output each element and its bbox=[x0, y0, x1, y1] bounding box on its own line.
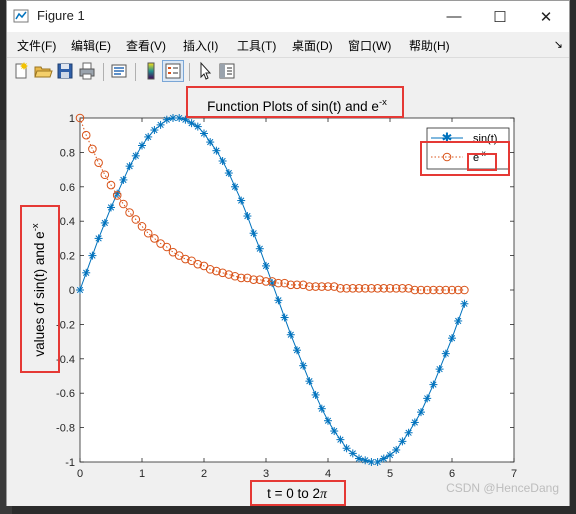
minimize-icon: — bbox=[446, 8, 462, 25]
data-point-sin bbox=[398, 437, 407, 446]
menu-help[interactable]: 帮助(H) bbox=[409, 37, 450, 54]
data-point-sin bbox=[441, 349, 450, 358]
menu-file[interactable]: 文件(F) bbox=[17, 37, 56, 54]
menu-insert[interactable]: 插入(I) bbox=[183, 37, 218, 54]
data-point-sin bbox=[280, 313, 289, 322]
figure-canvas: 0 1 2 3 4 5 6 7 -1 -0.8 -0.6 -0.4 -0.2 0 0.2 0.4 0.6 0.8 1… bbox=[7, 86, 569, 506]
data-point-sin bbox=[386, 451, 394, 460]
data-point-sin bbox=[429, 380, 438, 389]
data-point-sin bbox=[448, 334, 456, 343]
title-bar[interactable]: Figure 1 — ☐ ✕ bbox=[7, 1, 569, 32]
y-tick-label: -0.8 bbox=[56, 423, 75, 435]
toolbar-separator bbox=[135, 63, 136, 81]
property-editor-icon[interactable] bbox=[217, 61, 237, 81]
data-point-sin bbox=[423, 394, 432, 403]
pointer-icon[interactable] bbox=[195, 61, 215, 81]
toolbar-separator bbox=[103, 63, 104, 81]
data-point-sin bbox=[417, 408, 425, 417]
x-tick-label: 2 bbox=[201, 468, 207, 480]
data-point-sin bbox=[274, 296, 283, 305]
y-tick-label: 0.2 bbox=[60, 251, 75, 263]
maximize-button[interactable]: ☐ bbox=[477, 1, 523, 32]
close-icon: ✕ bbox=[539, 8, 553, 26]
toolbar bbox=[7, 57, 569, 87]
menu-overflow-icon[interactable]: ↘ bbox=[554, 38, 563, 51]
x-tick-label: 3 bbox=[263, 468, 269, 480]
x-tick-label: 6 bbox=[449, 468, 455, 480]
y-tick-label: 0.4 bbox=[60, 216, 75, 228]
figure-window: Figure 1 — ☐ ✕ 文件(F) 编辑(E) 查看(V) 插入(I) 工… bbox=[6, 0, 570, 506]
menu-edit[interactable]: 编辑(E) bbox=[71, 37, 111, 54]
toolbar-separator bbox=[189, 63, 190, 81]
menu-tools[interactable]: 工具(T) bbox=[237, 37, 276, 54]
y-tick-label: 0.8 bbox=[60, 147, 75, 159]
legend-icon[interactable] bbox=[162, 60, 184, 82]
open-folder-icon[interactable] bbox=[33, 61, 53, 81]
y-tick-label: 0.6 bbox=[60, 182, 75, 194]
x-tick-label: 7 bbox=[511, 468, 517, 480]
watermark: CSDN @HenceDang bbox=[446, 481, 559, 495]
minimize-button[interactable]: — bbox=[431, 1, 477, 32]
data-point-sin bbox=[361, 456, 370, 465]
menu-desktop[interactable]: 桌面(D) bbox=[292, 37, 333, 54]
x-tick-label: 1 bbox=[139, 468, 145, 480]
y-tick-label: 0 bbox=[69, 285, 75, 297]
menu-window[interactable]: 窗口(W) bbox=[348, 37, 391, 54]
data-point-sin bbox=[336, 435, 345, 444]
data-point-sin bbox=[293, 346, 301, 355]
data-point-sin bbox=[460, 299, 469, 308]
data-point-sin bbox=[330, 427, 339, 436]
data-point-sin bbox=[317, 404, 326, 413]
data-point-sin bbox=[76, 286, 84, 294]
data-point-sin bbox=[305, 377, 314, 386]
data-point-sin bbox=[348, 449, 357, 458]
data-point-sin bbox=[255, 244, 264, 253]
title-highlight-box bbox=[186, 86, 404, 118]
x-tick-label: 4 bbox=[325, 468, 331, 480]
data-point-sin bbox=[311, 390, 320, 399]
x-tick-label: 0 bbox=[77, 468, 83, 480]
data-point-sin bbox=[355, 454, 363, 463]
window-title: Figure 1 bbox=[37, 8, 85, 23]
close-button[interactable]: ✕ bbox=[523, 1, 569, 32]
data-point-sin bbox=[404, 428, 413, 437]
data-point-sin bbox=[262, 261, 270, 270]
new-figure-icon[interactable] bbox=[11, 61, 31, 81]
data-point-sin bbox=[324, 416, 332, 425]
print-icon[interactable] bbox=[77, 61, 97, 81]
menu-bar: 文件(F) 编辑(E) 查看(V) 插入(I) 工具(T) 桌面(D) 窗口(W… bbox=[7, 33, 569, 57]
data-point-sin bbox=[299, 361, 308, 370]
legend-label-highlight-box bbox=[467, 153, 497, 171]
data-point-sin bbox=[435, 365, 444, 374]
data-point-sin bbox=[373, 458, 382, 466]
x-tick-label: 5 bbox=[387, 468, 393, 480]
save-icon[interactable] bbox=[55, 61, 75, 81]
data-point-sin bbox=[286, 330, 295, 339]
y-tick-label: -1 bbox=[65, 457, 75, 469]
data-point-sin bbox=[410, 418, 419, 427]
y-tick-label: 1 bbox=[69, 113, 75, 125]
link-plot-icon[interactable] bbox=[109, 61, 129, 81]
maximize-icon: ☐ bbox=[493, 8, 507, 26]
data-point-sin bbox=[342, 444, 351, 453]
data-point-sin bbox=[379, 454, 388, 463]
colorbar-icon[interactable] bbox=[141, 61, 161, 81]
ylabel-highlight-box bbox=[20, 205, 60, 373]
y-tick-label: -0.6 bbox=[56, 388, 75, 400]
matlab-figure-icon bbox=[13, 9, 29, 23]
xlabel-highlight-box bbox=[250, 480, 346, 506]
data-point-sin bbox=[392, 445, 401, 454]
menu-view[interactable]: 查看(V) bbox=[126, 37, 166, 54]
